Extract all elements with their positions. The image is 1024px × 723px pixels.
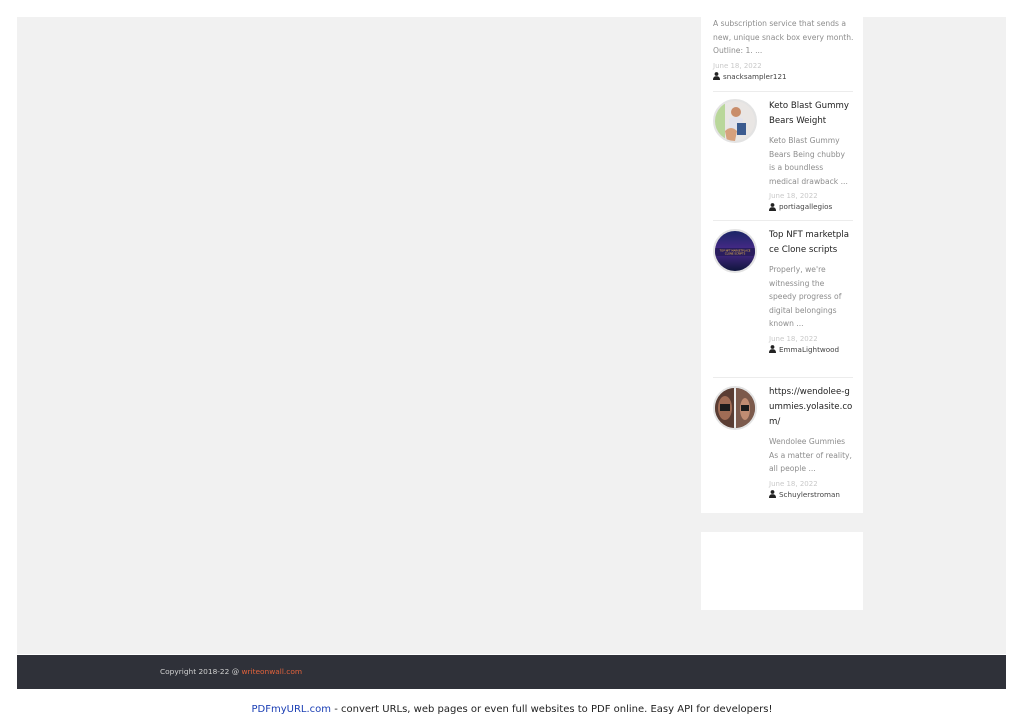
post-author-name: portiagallegios xyxy=(779,202,833,211)
site-footer: Copyright 2018-22 @ writeonwall.com xyxy=(17,655,1006,689)
post-date: June 18, 2022 xyxy=(769,479,818,488)
post-date: June 18, 2022 xyxy=(769,192,818,200)
post-author[interactable]: Schuylerstroman xyxy=(769,489,853,500)
post-thumbnail[interactable]: TOP NFT MARKETPLACE CLONE SCRIPTS xyxy=(713,229,757,273)
post-item-snack-box[interactable]: A subscription service that sends a new,… xyxy=(713,17,855,82)
empty-widget-card xyxy=(701,532,863,610)
thumb-text-line-2: CLONE SCRIPTS xyxy=(725,252,746,256)
post-item-nft-marketplace[interactable]: TOP NFT MARKETPLACE CLONE SCRIPTS Top NF… xyxy=(713,220,853,377)
post-author-name: snacksampler121 xyxy=(723,71,787,81)
user-icon xyxy=(769,202,776,211)
copyright-text: Copyright 2018-22 @ writeonwall.com xyxy=(160,667,302,676)
post-author[interactable]: EmmaLightwood xyxy=(769,344,853,355)
post-date: June 18, 2022 xyxy=(713,61,762,70)
post-thumbnail[interactable] xyxy=(713,386,757,430)
post-excerpt: A subscription service that sends a new,… xyxy=(713,19,854,55)
user-icon xyxy=(769,490,776,498)
post-title[interactable]: Top NFT marketplace Clone scripts xyxy=(769,228,853,258)
post-author[interactable]: snacksampler121 xyxy=(713,71,855,82)
post-thumbnail[interactable] xyxy=(713,99,757,143)
pdf-converter-bar: PDFmyURL.com - convert URLs, web pages o… xyxy=(0,704,1024,715)
post-excerpt: Wendolee Gummies As a matter of reality,… xyxy=(769,437,852,473)
woman-fitness-photo-icon xyxy=(715,101,755,141)
pdfmyurl-link[interactable]: PDFmyURL.com xyxy=(252,704,332,715)
post-title[interactable]: https://wendolee-gummies.yolasite.com/ xyxy=(769,385,853,430)
post-author[interactable]: portiagallegios xyxy=(769,201,853,212)
site-link[interactable]: writeonwall.com xyxy=(241,667,302,676)
post-date: June 18, 2022 xyxy=(769,334,818,343)
pdf-bar-text: - convert URLs, web pages or even full w… xyxy=(331,704,773,715)
post-author-name: EmmaLightwood xyxy=(779,344,840,354)
post-author-name: Schuylerstroman xyxy=(779,489,840,499)
post-excerpt: Properly, we're witnessing the speedy pr… xyxy=(769,265,842,328)
before-after-photo-icon xyxy=(715,388,755,428)
post-title[interactable]: Keto Blast Gummy Bears Weight xyxy=(769,99,853,129)
post-item-wendolee-gummies[interactable]: https://wendolee-gummies.yolasite.com/ W… xyxy=(713,377,853,507)
user-icon xyxy=(769,345,776,353)
nft-marketplace-banner-icon: TOP NFT MARKETPLACE CLONE SCRIPTS xyxy=(715,231,755,271)
copyright-prefix: Copyright 2018-22 @ xyxy=(160,667,242,676)
user-icon xyxy=(713,72,720,80)
post-excerpt: Keto Blast Gummy Bears Being chubby is a… xyxy=(769,136,848,186)
post-item-keto-blast[interactable]: Keto Blast Gummy Bears Weight Keto Blast… xyxy=(713,91,853,221)
